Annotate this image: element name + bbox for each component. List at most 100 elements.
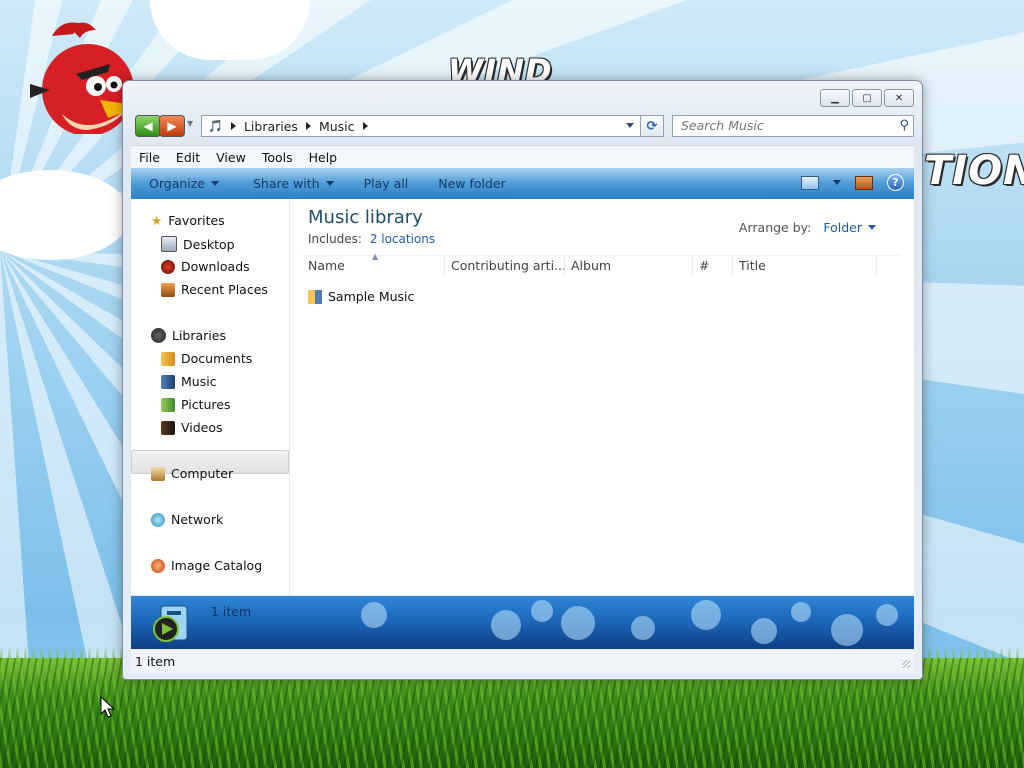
nav-desktop[interactable]: Desktop (161, 236, 235, 252)
content-pane: Music library Includes: 2 locations Arra… (290, 199, 914, 595)
command-bar: Organize Share with Play all New folder … (131, 168, 914, 199)
nav-pictures-label: Pictures (181, 397, 231, 412)
address-history-dropdown-icon[interactable] (626, 123, 634, 128)
nav-videos-label: Videos (181, 420, 223, 435)
change-view-icon[interactable] (801, 175, 819, 190)
back-button[interactable]: ◀ (135, 115, 161, 137)
libraries-icon (151, 328, 166, 343)
downloads-icon (161, 259, 175, 274)
explorer-window: ▁ ▢ ✕ ◀ ▶ ▼ 🎵 Libraries Music ⟳ ⚲ File E… (122, 80, 923, 680)
image-catalog-icon (151, 558, 165, 573)
share-with-label: Share with (253, 176, 320, 191)
nav-network-label: Network (171, 512, 224, 527)
refresh-button[interactable]: ⟳ (640, 115, 664, 137)
nav-videos[interactable]: Videos (161, 420, 223, 435)
close-button[interactable]: ✕ (884, 89, 914, 107)
help-icon[interactable]: ? (887, 174, 904, 191)
nav-favorites[interactable]: ★ Favorites (151, 213, 225, 228)
column-title[interactable]: Title (733, 256, 877, 276)
arrange-by-value: Folder (823, 220, 862, 235)
details-pane: 1 item (131, 596, 914, 649)
nav-documents[interactable]: Documents (161, 351, 252, 366)
column-contributing-artists[interactable]: Contributing arti... (445, 256, 565, 276)
resize-grip-icon[interactable] (902, 660, 910, 668)
folder-icon (308, 289, 322, 304)
menu-file[interactable]: File (131, 150, 168, 165)
play-all-button[interactable]: Play all (364, 176, 409, 191)
breadcrumb-music[interactable]: Music (319, 119, 355, 134)
nav-network[interactable]: Network (151, 512, 223, 527)
bubble (831, 614, 863, 646)
music-icon (161, 374, 175, 389)
breadcrumb-separator-icon[interactable] (362, 122, 368, 130)
network-icon (151, 512, 165, 527)
breadcrumb-libraries[interactable]: Libraries (244, 119, 298, 134)
includes-label: Includes: (308, 232, 362, 246)
breadcrumb-separator-icon[interactable] (305, 122, 311, 130)
bubble (561, 606, 595, 640)
bubble (791, 602, 811, 622)
chevron-down-icon (868, 225, 876, 230)
nav-downloads-label: Downloads (181, 259, 250, 274)
media-library-icon (153, 605, 188, 642)
caption-buttons: ▁ ▢ ✕ (820, 89, 914, 107)
nav-music[interactable]: Music (161, 374, 217, 389)
nav-music-label: Music (181, 374, 217, 389)
menu-edit[interactable]: Edit (168, 150, 208, 165)
forward-button[interactable]: ▶ (159, 115, 185, 137)
column-headers: ▲ Name Contributing arti... Album # Titl… (302, 252, 900, 276)
bubble (876, 604, 898, 626)
chevron-down-icon (325, 181, 334, 186)
locations-link[interactable]: 2 locations (370, 232, 435, 246)
list-item-label: Sample Music (328, 289, 415, 304)
play-all-label: Play all (363, 176, 409, 191)
organize-button[interactable]: Organize (149, 176, 219, 191)
music-library-icon: 🎵 (208, 119, 223, 133)
search-icon[interactable]: ⚲ (899, 118, 909, 133)
menu-tools[interactable]: Tools (254, 150, 301, 165)
sort-ascending-icon: ▲ (372, 252, 379, 261)
nav-documents-label: Documents (181, 351, 253, 366)
menu-help[interactable]: Help (301, 150, 346, 165)
recent-pages-dropdown[interactable]: ▼ (187, 119, 193, 128)
nav-computer[interactable]: Computer (151, 466, 233, 481)
desktop-icon (161, 236, 177, 252)
view-options-dropdown-icon[interactable] (833, 180, 841, 185)
nav-image-catalog-label: Image Catalog (171, 558, 263, 573)
videos-icon (161, 420, 175, 435)
search-input[interactable] (673, 116, 889, 134)
status-item-count: 1 item (135, 653, 176, 669)
nav-pictures[interactable]: Pictures (161, 397, 231, 412)
nav-image-catalog[interactable]: Image Catalog (151, 558, 262, 573)
nav-libraries-label: Libraries (172, 328, 226, 343)
arrange-by-dropdown[interactable]: Folder (823, 220, 876, 235)
breadcrumb: 🎵 Libraries Music (202, 119, 368, 134)
new-folder-button[interactable]: New folder (438, 176, 506, 191)
computer-icon (151, 466, 165, 481)
list-item[interactable]: Sample Music (308, 289, 414, 304)
bubble (751, 618, 777, 644)
breadcrumb-separator-icon[interactable] (230, 122, 236, 130)
preview-pane-icon[interactable] (855, 175, 873, 190)
nav-libraries[interactable]: Libraries (151, 328, 226, 343)
menu-view[interactable]: View (208, 150, 254, 165)
command-bar-right: ? (801, 174, 904, 191)
recent-places-icon (161, 282, 175, 297)
share-with-button[interactable]: Share with (253, 176, 334, 191)
column-track-number[interactable]: # (693, 256, 733, 276)
maximize-button[interactable]: ▢ (852, 89, 882, 107)
nav-favorites-label: Favorites (168, 213, 225, 228)
new-folder-label: New folder (438, 176, 506, 191)
nav-recent-places-label: Recent Places (181, 282, 268, 297)
nav-desktop-label: Desktop (183, 236, 235, 252)
bubble (631, 616, 655, 640)
library-includes: Includes: 2 locations (308, 232, 435, 246)
search-box[interactable]: ⚲ (672, 115, 914, 137)
wallpaper-wordmark-right: TION (924, 148, 1024, 194)
nav-downloads[interactable]: Downloads (161, 259, 250, 274)
chevron-down-icon (211, 181, 219, 186)
address-bar[interactable]: 🎵 Libraries Music (201, 115, 641, 137)
nav-recent-places[interactable]: Recent Places (161, 282, 268, 297)
minimize-button[interactable]: ▁ (820, 89, 850, 107)
column-album[interactable]: Album (565, 256, 693, 276)
